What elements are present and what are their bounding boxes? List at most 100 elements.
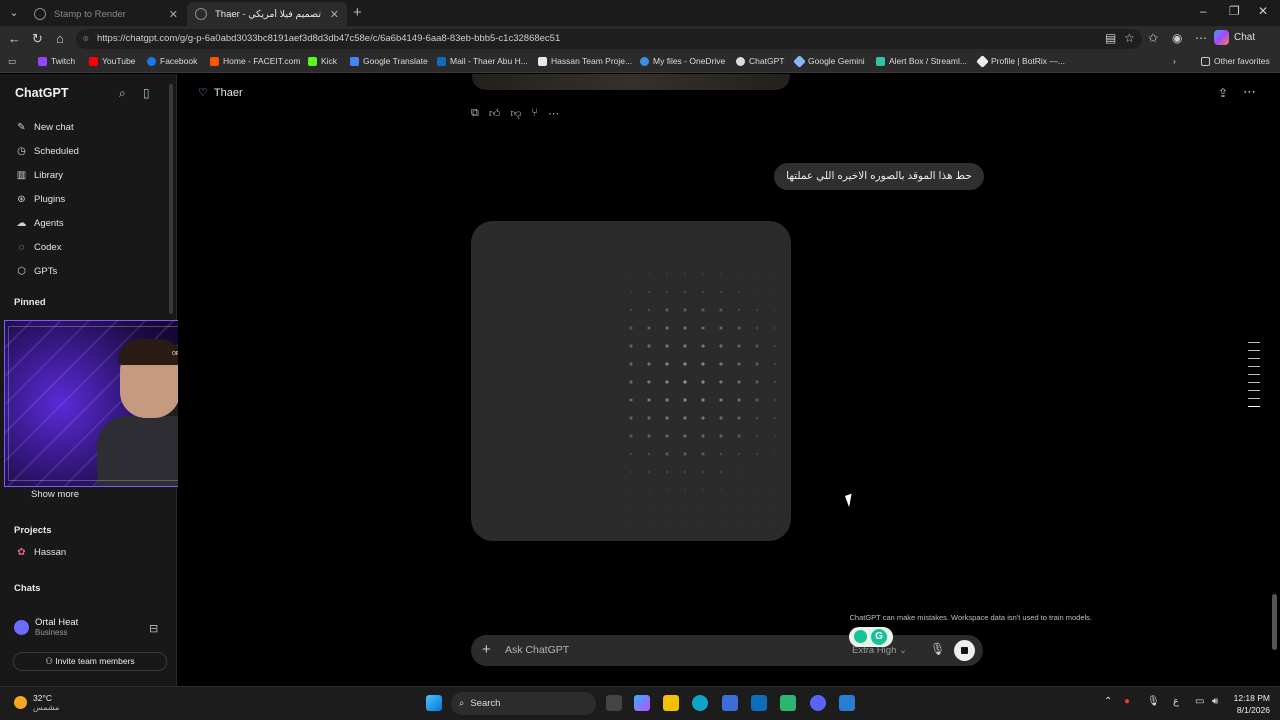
bookmark-alert-box[interactable]: Alert Box / Streaml... [876,56,967,66]
photos-icon[interactable] [839,695,855,711]
conversation-minimap[interactable] [1248,342,1260,414]
refresh-icon[interactable]: ↻ [32,31,43,47]
bookmark-gemini[interactable]: Google Gemini [793,54,865,68]
tray-app-icon[interactable]: ● [1124,696,1130,707]
stop-generating-button[interactable] [954,640,975,661]
bookmark-twitch[interactable]: Twitch [38,56,75,66]
sidebar-item-new-chat[interactable]: ✎ New chat [16,122,73,133]
bookmark-google-translate[interactable]: Google Translate [350,56,428,66]
bookmark-hassan-team[interactable]: Hassan Team Proje... [538,56,632,66]
copilot-app-icon[interactable] [634,695,650,711]
loading-dot [629,290,633,294]
network-icon[interactable]: ▭ [1195,696,1204,707]
bookmark-chatgpt[interactable]: ChatGPT [736,56,784,66]
composer-placeholder[interactable]: Ask ChatGPT [505,644,569,656]
add-attachment-icon[interactable]: + [482,641,491,658]
more-actions-icon[interactable]: ⋯ [548,107,559,120]
grammarly-widget[interactable]: G [849,627,893,647]
search-chats-icon[interactable]: ⌕ [119,86,126,101]
minimap-mark[interactable] [1248,374,1260,375]
minimap-mark[interactable] [1248,390,1260,391]
gpt-header[interactable]: ♡ Thaer [198,86,243,100]
sidebar-item-codex[interactable]: ◌ Codex [16,242,62,253]
minimap-mark-current[interactable] [1248,406,1260,407]
favorite-star-icon[interactable]: ☆ [1124,31,1135,45]
bookmark-botrix[interactable]: Profile | BotRix —... [976,54,1065,68]
bookmark-kick[interactable]: Kick [308,56,337,66]
image-generating-placeholder [471,221,791,541]
toggle-sidebar-icon[interactable]: ▯ [143,86,150,100]
home-icon[interactable]: ⌂ [56,31,64,46]
sidebar-item-scheduled[interactable]: ◷ Scheduled [16,146,79,157]
minimap-mark[interactable] [1248,366,1260,367]
sidebar-item-gpts[interactable]: ⬡ GPTs [16,266,57,277]
weather-widget[interactable]: 32°C مشمس [14,693,59,712]
bookmark-mail[interactable]: Mail - Thaer Abu H... [437,56,528,66]
favorites-icon[interactable]: ✩ [1148,31,1158,45]
address-bar[interactable]: ⌾ https://chatgpt.com/g/g-p-6a0abd3033bc… [76,29,1142,49]
language-indicator[interactable]: ع [1173,696,1179,707]
loading-dot [755,524,759,528]
edge-browser-icon[interactable] [692,695,708,711]
sidebar-item-agents[interactable]: ☁ Agents [16,218,64,229]
chat-scrollbar[interactable] [1272,594,1277,650]
minimap-mark[interactable] [1248,382,1260,383]
bookmarks-menu-icon[interactable]: ▭ [8,56,16,67]
copilot-chat-button[interactable]: Chat [1214,30,1255,45]
start-windows-icon[interactable] [426,695,442,711]
show-more-link[interactable]: Show more [31,489,79,500]
thumbs-up-icon[interactable]: 👍︎ [489,107,501,120]
tray-overflow-icon[interactable]: ⌃ [1104,696,1112,707]
sidebar-item-library[interactable]: ▥ Library [16,170,63,181]
maximize-icon[interactable]: ❐ [1229,4,1240,18]
task-view-icon[interactable] [606,695,622,711]
minimize-icon[interactable]: – [1200,4,1207,18]
minimap-mark[interactable] [1248,398,1260,399]
bookmark-facebook[interactable]: Facebook [147,56,197,66]
minimap-mark[interactable] [1248,350,1260,351]
file-explorer-icon[interactable] [663,695,679,711]
project-item-hassan[interactable]: ✿ Hassan [16,547,66,558]
thumbs-down-icon[interactable]: 👎︎ [510,107,521,120]
more-options-icon[interactable]: ⋯ [1243,84,1256,100]
app-icon[interactable] [780,695,796,711]
close-window-icon[interactable]: ✕ [1258,4,1268,18]
outlook-icon[interactable] [751,695,767,711]
other-favorites[interactable]: Other favorites [1201,56,1270,66]
workspace-switch-icon[interactable]: ⊟ [149,622,158,635]
share-icon[interactable]: ⇪ [1218,86,1228,100]
message-composer[interactable]: + Ask ChatGPT Extra High ⌄ 🎙︎ [471,635,983,666]
browser-tab-stamp[interactable]: Stamp to Render ✕ [26,2,186,26]
new-tab-button[interactable]: + [353,4,362,21]
volume-icon[interactable]: 🔊︎ [1212,696,1218,707]
back-icon[interactable]: ← [8,31,21,46]
tab-actions-menu-icon[interactable]: ⌄ [6,5,22,21]
browser-menu-icon[interactable]: ⋯ [1195,31,1207,45]
site-info-icon[interactable]: ⌾ [83,29,88,49]
system-clock[interactable]: 12:18 PM 8/1/2026 [1226,692,1270,716]
loading-dot [683,362,687,366]
bookmark-youtube[interactable]: YouTube [89,56,135,66]
minimap-mark[interactable] [1248,342,1260,343]
close-tab-icon[interactable]: ✕ [169,8,178,21]
loading-dot [737,470,741,474]
bookmarks-overflow-icon[interactable]: › [1173,56,1176,66]
profile-avatar[interactable]: ◉ [1172,31,1182,45]
branch-icon[interactable]: ⑂ [532,107,539,120]
invite-team-button[interactable]: ⚇ Invite team members [13,652,167,671]
bookmark-onedrive[interactable]: My files - OneDrive [640,56,725,66]
user-profile[interactable]: Ortal Heat Business [14,617,78,637]
bookmark-faceit[interactable]: Home - FACEIT.com [210,56,300,66]
sidebar-item-plugins[interactable]: ⊛ Plugins [16,194,65,205]
browser-tab-thaer[interactable]: Thaer - تصميم فيلا أمريكي ✕ [187,2,347,26]
copy-icon[interactable]: ⧉ [471,107,479,120]
reading-view-icon[interactable]: ▤ [1105,31,1116,45]
store-icon[interactable] [722,695,738,711]
tray-microphone-icon[interactable]: 🎙︎ [1147,696,1160,707]
discord-icon[interactable] [810,695,826,711]
close-tab-icon[interactable]: ✕ [330,8,339,21]
microphone-icon[interactable]: 🎙︎ [930,642,945,656]
sidebar-scrollbar[interactable] [169,84,173,314]
minimap-mark[interactable] [1248,358,1260,359]
taskbar-search[interactable]: ⌕ Search [451,692,596,715]
